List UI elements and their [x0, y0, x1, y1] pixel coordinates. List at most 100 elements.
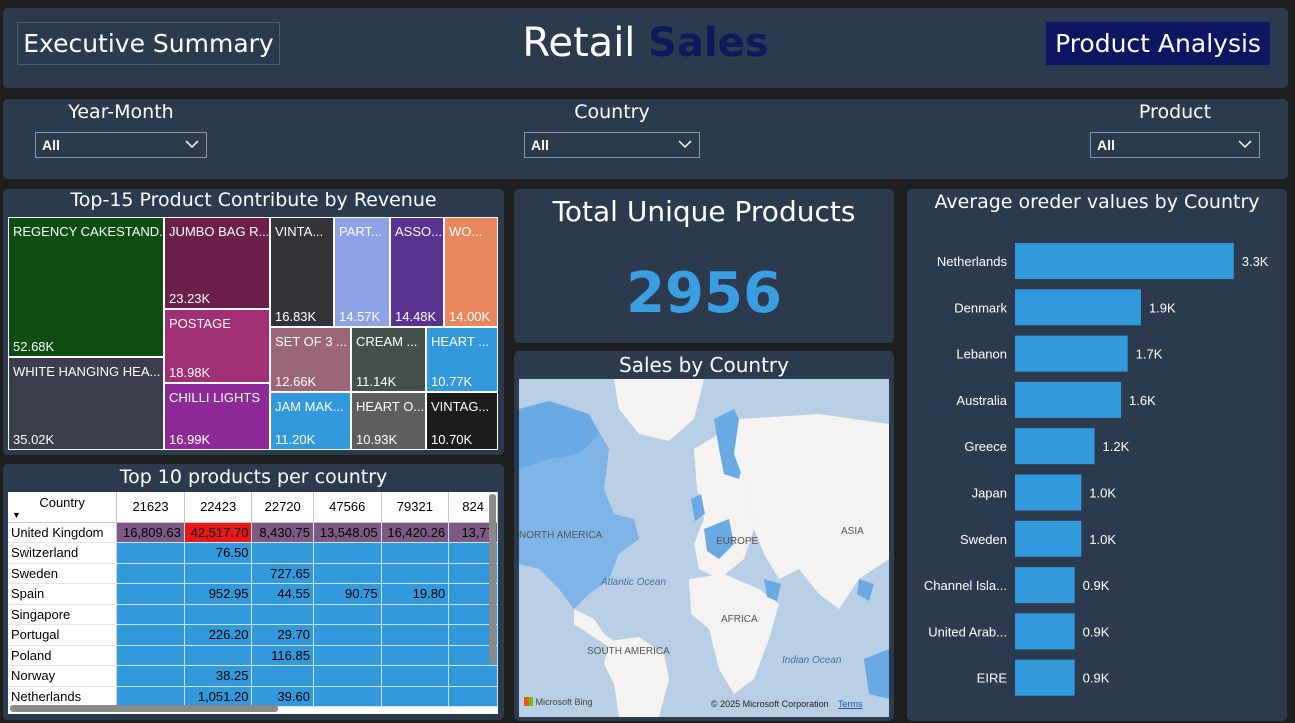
table-row[interactable]: United Kingdom 16,809.63 42,517.70 8,430.75…	[8, 522, 498, 543]
treemap-tile-value: 18.98K	[169, 365, 211, 380]
bar-chart: Netherlands 3.3K Denmark 1.9K Lebanon 1.7K Aus…	[924, 243, 1269, 696]
chevron-down-icon	[1238, 140, 1252, 149]
treemap-tile[interactable]: ASSO... 14.48K	[390, 217, 444, 327]
treemap-tile[interactable]: WHITE HANGING HEA... 35.02K	[8, 357, 164, 450]
country-cell: Norway	[8, 665, 118, 687]
table-row[interactable]: Poland 116.85	[8, 645, 498, 666]
column-header-5[interactable]: 79321	[381, 492, 450, 523]
chevron-down-icon	[678, 140, 692, 149]
table-row[interactable]: Portugal 226.20 29.70	[8, 624, 498, 646]
country-cell: Poland	[8, 645, 118, 666]
treemap-tile-label: HEART ...	[431, 334, 490, 349]
bar-category-label: Netherlands	[937, 254, 1008, 269]
column-header-label: 21623	[132, 499, 169, 515]
bar-category-label: Denmark	[954, 300, 1007, 315]
title-retail: Retail	[522, 20, 636, 66]
value-cell: 90.75	[313, 583, 382, 605]
treemap-tile[interactable]: HEART O... 10.93K	[351, 392, 426, 450]
chevron-down-icon	[185, 140, 199, 149]
vertical-scrollbar[interactable]	[489, 494, 496, 664]
value-cell	[116, 563, 185, 584]
bar-eire[interactable]	[1015, 659, 1075, 696]
column-header-3[interactable]: 22720	[251, 492, 314, 523]
country-cell: Portugal	[8, 624, 118, 646]
product-analysis-button[interactable]: Product Analysis	[1046, 22, 1270, 65]
treemap-tile[interactable]: JAM MAK... 11.20K	[270, 392, 351, 450]
value-cell: 1,051.20	[184, 686, 253, 707]
treemap-panel: Top-15 Product Contribute by Revenue REG…	[3, 189, 504, 455]
treemap-tile[interactable]: VINTAG... 10.70K	[426, 392, 498, 450]
treemap-tile[interactable]: POSTAGE 18.98K	[164, 309, 270, 383]
australia-shape	[864, 649, 889, 699]
treemap-tile-label: JUMBO BAG R...	[169, 224, 270, 239]
bar-denmark[interactable]	[1015, 289, 1141, 326]
table-row[interactable]: Norway 38.25	[8, 665, 498, 687]
bar-category-label: Japan	[972, 486, 1007, 501]
bar-category-label: Sweden	[960, 532, 1007, 547]
treemap-tile[interactable]: WO... 14.00K	[444, 217, 498, 327]
matrix-table[interactable]: Country ▼ 21623 22423 22720 47566 79321 824 Uni…	[8, 492, 498, 714]
treemap-tile[interactable]: CHILLI LIGHTS 16.99K	[164, 383, 270, 450]
title-sales: Sales	[648, 20, 769, 66]
map-terms-link[interactable]: Terms	[838, 699, 863, 709]
treemap-title: Top-15 Product Contribute by Revenue	[70, 189, 437, 211]
value-cell	[116, 665, 185, 687]
filter-bar: Year-Month All Country All Product All	[3, 99, 1288, 179]
treemap-tile-value: 52.68K	[13, 339, 55, 354]
treemap-tile-value: 11.20K	[275, 432, 316, 447]
value-cell	[313, 665, 382, 687]
bing-label: Microsoft Bing	[535, 697, 593, 707]
treemap-tile[interactable]: REGENCY CAKESTAND... 52.68K	[8, 217, 164, 357]
bar-united-arab[interactable]	[1015, 613, 1075, 650]
bar-category-label: United Arab...	[928, 624, 1007, 639]
table-row[interactable]: Netherlands 1,051.20 39.60	[8, 686, 498, 707]
treemap-tile[interactable]: JUMBO BAG R... 23.23K	[164, 217, 270, 309]
greenland-shape	[614, 379, 704, 441]
bar-channel-isla[interactable]	[1015, 567, 1075, 604]
value-cell	[116, 542, 185, 564]
value-cell: 38.25	[184, 665, 253, 687]
bar-japan[interactable]	[1015, 474, 1082, 511]
bar-sweden[interactable]	[1015, 520, 1082, 557]
country-select[interactable]: All	[524, 132, 700, 158]
product-select[interactable]: All	[1090, 132, 1260, 158]
column-header-0[interactable]: Country ▼	[8, 492, 118, 523]
value-cell	[313, 624, 382, 646]
table-row[interactable]: Singapore	[8, 604, 498, 625]
label-africa: AFRICA	[721, 614, 758, 625]
table-row[interactable]: Switzerland 76.50	[8, 542, 498, 564]
value-cell: 16,420.26	[381, 522, 450, 543]
treemap-tile-label: WO...	[449, 224, 483, 239]
value-cell	[184, 604, 253, 625]
bar-greece[interactable]	[1015, 428, 1095, 465]
bar-category-label: Greece	[964, 439, 1007, 454]
treemap-tile[interactable]: CREAM ... 11.14K	[351, 327, 426, 392]
treemap-tile[interactable]: HEART ... 10.77K	[426, 327, 498, 392]
bar-netherlands[interactable]	[1015, 243, 1234, 279]
column-header-2[interactable]: 22423	[184, 492, 253, 523]
country-cell: United Kingdom	[8, 522, 118, 543]
treemap-tile[interactable]: PART... 14.57K	[334, 217, 390, 327]
table-row[interactable]: Spain 952.95 44.55 90.75 19.80	[8, 583, 498, 605]
treemap-tile[interactable]: SET OF 3 ... 12.66K	[270, 327, 351, 392]
bar-australia[interactable]	[1015, 381, 1122, 418]
value-cell	[184, 563, 253, 584]
table-row[interactable]: Sweden 727.65	[8, 563, 498, 584]
country-cell: Switzerland	[8, 542, 118, 564]
treemap-tile-value: 10.77K	[431, 374, 473, 389]
sort-desc-icon[interactable]: ▼	[12, 510, 21, 520]
product-label: Product	[1138, 101, 1212, 123]
bar-lebanon[interactable]	[1015, 335, 1128, 372]
world-map[interactable]: NORTH AMERICA EUROPE ASIA AFRICA SOUTH A…	[519, 379, 889, 717]
value-cell	[313, 604, 382, 625]
horizontal-scrollbar[interactable]	[10, 705, 278, 712]
treemap-tile[interactable]: VINTA... 16.83K	[270, 217, 334, 327]
label-europe: EUROPE	[716, 536, 759, 547]
country-cell: Singapore	[8, 604, 118, 625]
treemap-tile-value: 10.93K	[356, 432, 398, 447]
year-month-value: All	[42, 137, 60, 153]
treemap-tile-label: CREAM ...	[356, 334, 418, 349]
column-header-1[interactable]: 21623	[116, 492, 185, 523]
column-header-4[interactable]: 47566	[313, 492, 382, 523]
year-month-select[interactable]: All	[35, 132, 207, 158]
